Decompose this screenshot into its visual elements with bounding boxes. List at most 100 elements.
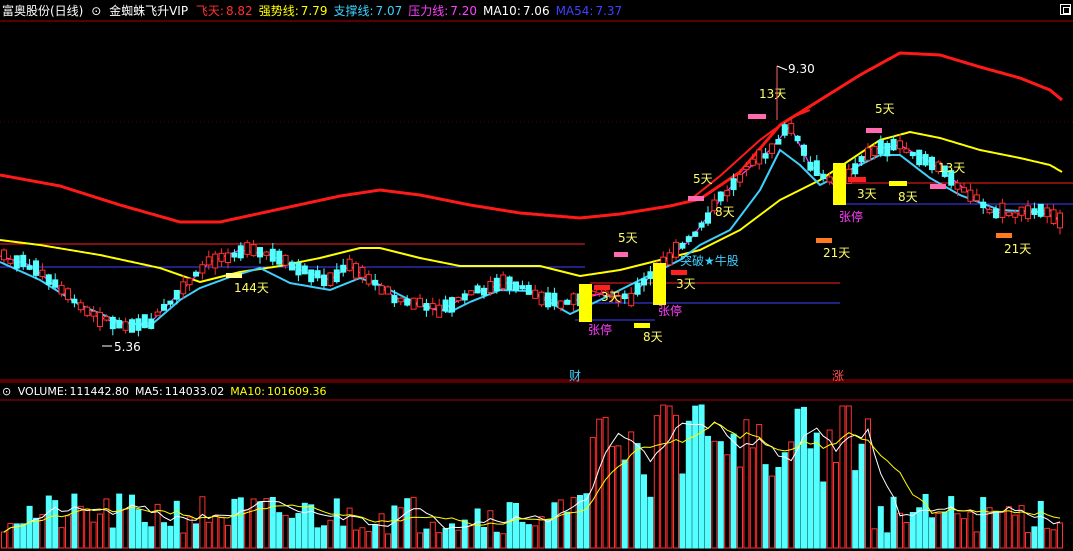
volume-bar: [90, 521, 97, 549]
volume-bar: [705, 435, 711, 549]
volume-bar: [589, 436, 596, 549]
candle-body: [103, 316, 110, 321]
volume-bar: [679, 473, 686, 549]
candle-body: [129, 319, 135, 333]
volume-bar: [116, 493, 123, 549]
event-marker[interactable]: 涨: [832, 368, 844, 383]
volume-bar: [954, 513, 961, 549]
volume-bar: [666, 405, 673, 549]
candle-body: [641, 278, 647, 286]
volume-bar: [653, 415, 660, 549]
volume-bar: [1005, 506, 1012, 549]
volume-bar: [340, 525, 347, 549]
candle-body: [954, 182, 961, 190]
kline-chart-canvas[interactable]: 9.305.36144天5天3天8天张停张停3天突破★牛股5天8天13天5天3天…: [0, 0, 1073, 551]
indicator-label: 支撑线:: [333, 4, 374, 18]
candle-body: [269, 248, 276, 262]
candle-body: [1025, 205, 1031, 220]
signal-block: [579, 284, 592, 322]
volume-bar: [135, 509, 142, 549]
candle-body: [769, 143, 775, 154]
candle-body: [679, 242, 686, 249]
candle-body: [1005, 211, 1012, 217]
annotation-label: 8天: [643, 330, 663, 344]
signal-block: [634, 323, 650, 328]
candle-body: [205, 256, 212, 266]
volume-label: MA5:: [135, 385, 163, 398]
candle-body: [967, 189, 974, 202]
volume-bar: [647, 496, 654, 549]
volume-bar: [993, 510, 999, 549]
signal-block: [614, 252, 628, 257]
volume-bar: [634, 443, 641, 549]
annotation-label: 8天: [715, 205, 735, 219]
indicator-value: 7.06: [522, 4, 550, 18]
volume-bar: [525, 524, 532, 549]
candle-body: [77, 302, 84, 311]
candle-body: [621, 293, 628, 300]
volume-bar: [749, 447, 756, 549]
annotation-label: 5天: [875, 102, 895, 116]
candle-body: [244, 242, 251, 255]
candle-body: [385, 286, 391, 295]
candlesticks[interactable]: [1, 118, 1063, 337]
volume-bar: [327, 519, 334, 549]
volume-header: ⊙ VOLUME: 111442.80 MA5: 114033.02 MA10: 1016…: [2, 384, 335, 400]
event-marker[interactable]: 财: [569, 369, 581, 383]
stock-title[interactable]: 富奥股份(日线): [2, 4, 83, 18]
volume-bar: [33, 517, 39, 549]
candle-body: [493, 277, 500, 292]
volume-toggle-icon[interactable]: ⊙: [2, 385, 11, 398]
candle-body: [481, 287, 487, 296]
candle-body: [525, 284, 532, 295]
annotation-label: 张停: [658, 303, 682, 318]
volume-ma-lines: [3, 421, 1061, 533]
volume-bar: [596, 418, 603, 549]
candle-body: [513, 281, 519, 291]
candle-body: [333, 269, 340, 283]
candle-body: [634, 282, 641, 295]
volume-values: VOLUME: 111442.80 MA5: 114033.02 MA10: 101609…: [18, 385, 333, 398]
candle-body: [148, 318, 155, 329]
candle-body: [173, 289, 180, 300]
window-restore-icon[interactable]: [1060, 4, 1071, 15]
candle-body: [308, 269, 315, 283]
candle-body: [871, 146, 878, 157]
indicator-name-icon: ⊙: [91, 4, 102, 18]
candle-body: [852, 163, 859, 175]
candle-body: [1, 249, 7, 261]
volume-bar: [218, 516, 225, 549]
candle-body: [532, 289, 539, 299]
candle-body: [743, 165, 750, 171]
indicator-label: 飞天:: [195, 4, 224, 18]
volume-bar: [916, 507, 923, 549]
volume-bar: [122, 508, 129, 549]
indicator-name[interactable]: 金蜘蛛飞升VIP: [109, 4, 188, 18]
volume-bar: [826, 429, 833, 549]
candle-body: [33, 260, 39, 276]
candle-body: [865, 147, 871, 161]
volume-bar: [621, 459, 628, 549]
volume-bars[interactable]: [1, 404, 1063, 549]
volume-bar: [333, 498, 340, 549]
volume-bar: [141, 521, 148, 549]
candle-body: [167, 300, 174, 305]
volume-label: MA10:: [230, 385, 265, 398]
volume-bar: [532, 525, 539, 549]
volume-bar: [442, 527, 449, 549]
volume-bar: [129, 494, 135, 549]
volume-bar: [615, 445, 622, 549]
volume-bar: [97, 513, 103, 549]
signal-block: [848, 177, 866, 182]
candle-body: [20, 254, 27, 267]
volume-bar: [724, 454, 731, 549]
candle-body: [1050, 209, 1057, 224]
candle-body: [84, 306, 91, 317]
annotation-label: 13天: [759, 87, 786, 101]
indicator-value: 7.37: [595, 4, 623, 18]
volume-bar: [660, 404, 667, 549]
volume-bar: [161, 522, 167, 549]
volume-bar: [231, 498, 238, 549]
candle-body: [647, 271, 654, 280]
support-line: [0, 148, 1063, 328]
